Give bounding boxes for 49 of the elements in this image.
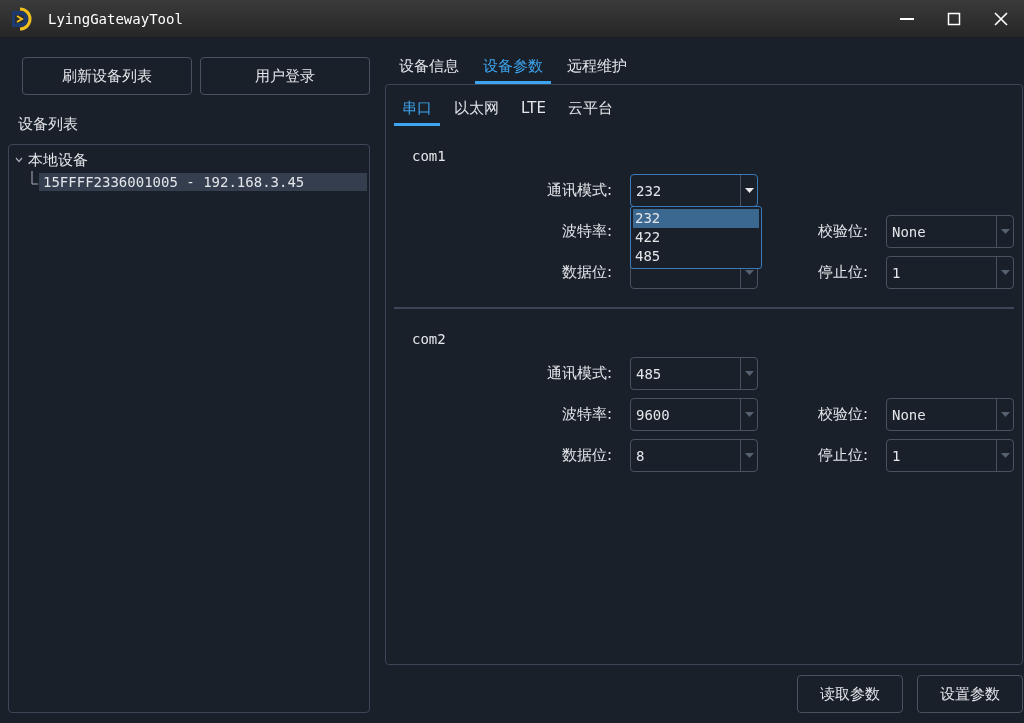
- read-button[interactable]: 读取参数: [797, 675, 903, 713]
- tree-item[interactable]: 本地设备: [28, 150, 88, 170]
- section-title: 设备列表: [18, 115, 79, 134]
- caret-down-icon: [744, 371, 754, 376]
- caret-down-icon: [1000, 453, 1010, 458]
- field-label: 校验位:: [816, 222, 868, 241]
- field-label: 通讯模式:: [545, 364, 612, 383]
- refresh-button[interactable]: 刷新设备列表: [22, 57, 192, 95]
- field-label: 通讯模式:: [545, 181, 612, 200]
- port-title: com1: [412, 148, 447, 164]
- dropdown-option[interactable]: 232: [633, 209, 759, 228]
- port-title: com2: [412, 331, 447, 347]
- tab[interactable]: 设备参数: [475, 51, 551, 84]
- dropdown-field[interactable]: None: [886, 215, 1014, 248]
- field-label: 校验位:: [816, 405, 868, 424]
- minimize-icon: [899, 17, 914, 20]
- tab[interactable]: 远程维护: [559, 51, 635, 84]
- dropdown-field[interactable]: None: [886, 398, 1014, 431]
- dropdown-field[interactable]: 1: [886, 256, 1014, 289]
- dropdown-field[interactable]: 485: [630, 357, 758, 390]
- caret-down-icon: [744, 412, 754, 417]
- save-button[interactable]: 设置参数: [917, 675, 1023, 713]
- dropdown-field[interactable]: 8: [630, 439, 758, 472]
- caret-down-icon: [744, 453, 754, 458]
- dropdown-field[interactable]: 1: [886, 439, 1014, 472]
- caret-down-icon: [1000, 229, 1010, 234]
- tree-item[interactable]: 15FFFF2336001005 - 192.168.3.45: [39, 173, 367, 191]
- field-label: 数据位:: [560, 446, 612, 465]
- field-label: 数据位:: [560, 263, 612, 282]
- field-label: 波特率:: [560, 222, 612, 241]
- close-icon: [993, 11, 1008, 26]
- field-label: 停止位:: [816, 263, 868, 282]
- window-title: LyingGatewayTool: [48, 10, 183, 27]
- dropdown-option[interactable]: 485: [633, 247, 759, 266]
- caret-down-icon: [1000, 412, 1010, 417]
- field-label: 停止位:: [816, 446, 868, 465]
- tab[interactable]: 以太网: [446, 93, 507, 126]
- tree-branch-icon: [31, 171, 39, 185]
- field-label: 波特率:: [560, 405, 612, 424]
- tab[interactable]: 串口: [394, 93, 440, 126]
- tab[interactable]: 云平台: [559, 93, 621, 126]
- login-button[interactable]: 用户登录: [200, 57, 370, 95]
- dropdown-option[interactable]: 422: [633, 228, 759, 247]
- tab[interactable]: 设备信息: [391, 51, 467, 84]
- caret-down-icon: [1000, 270, 1010, 275]
- dropdown-field[interactable]: 9600: [630, 398, 758, 431]
- maximize-icon: [946, 11, 961, 26]
- caret-down-icon: [744, 188, 754, 193]
- tab[interactable]: LTE: [513, 93, 554, 126]
